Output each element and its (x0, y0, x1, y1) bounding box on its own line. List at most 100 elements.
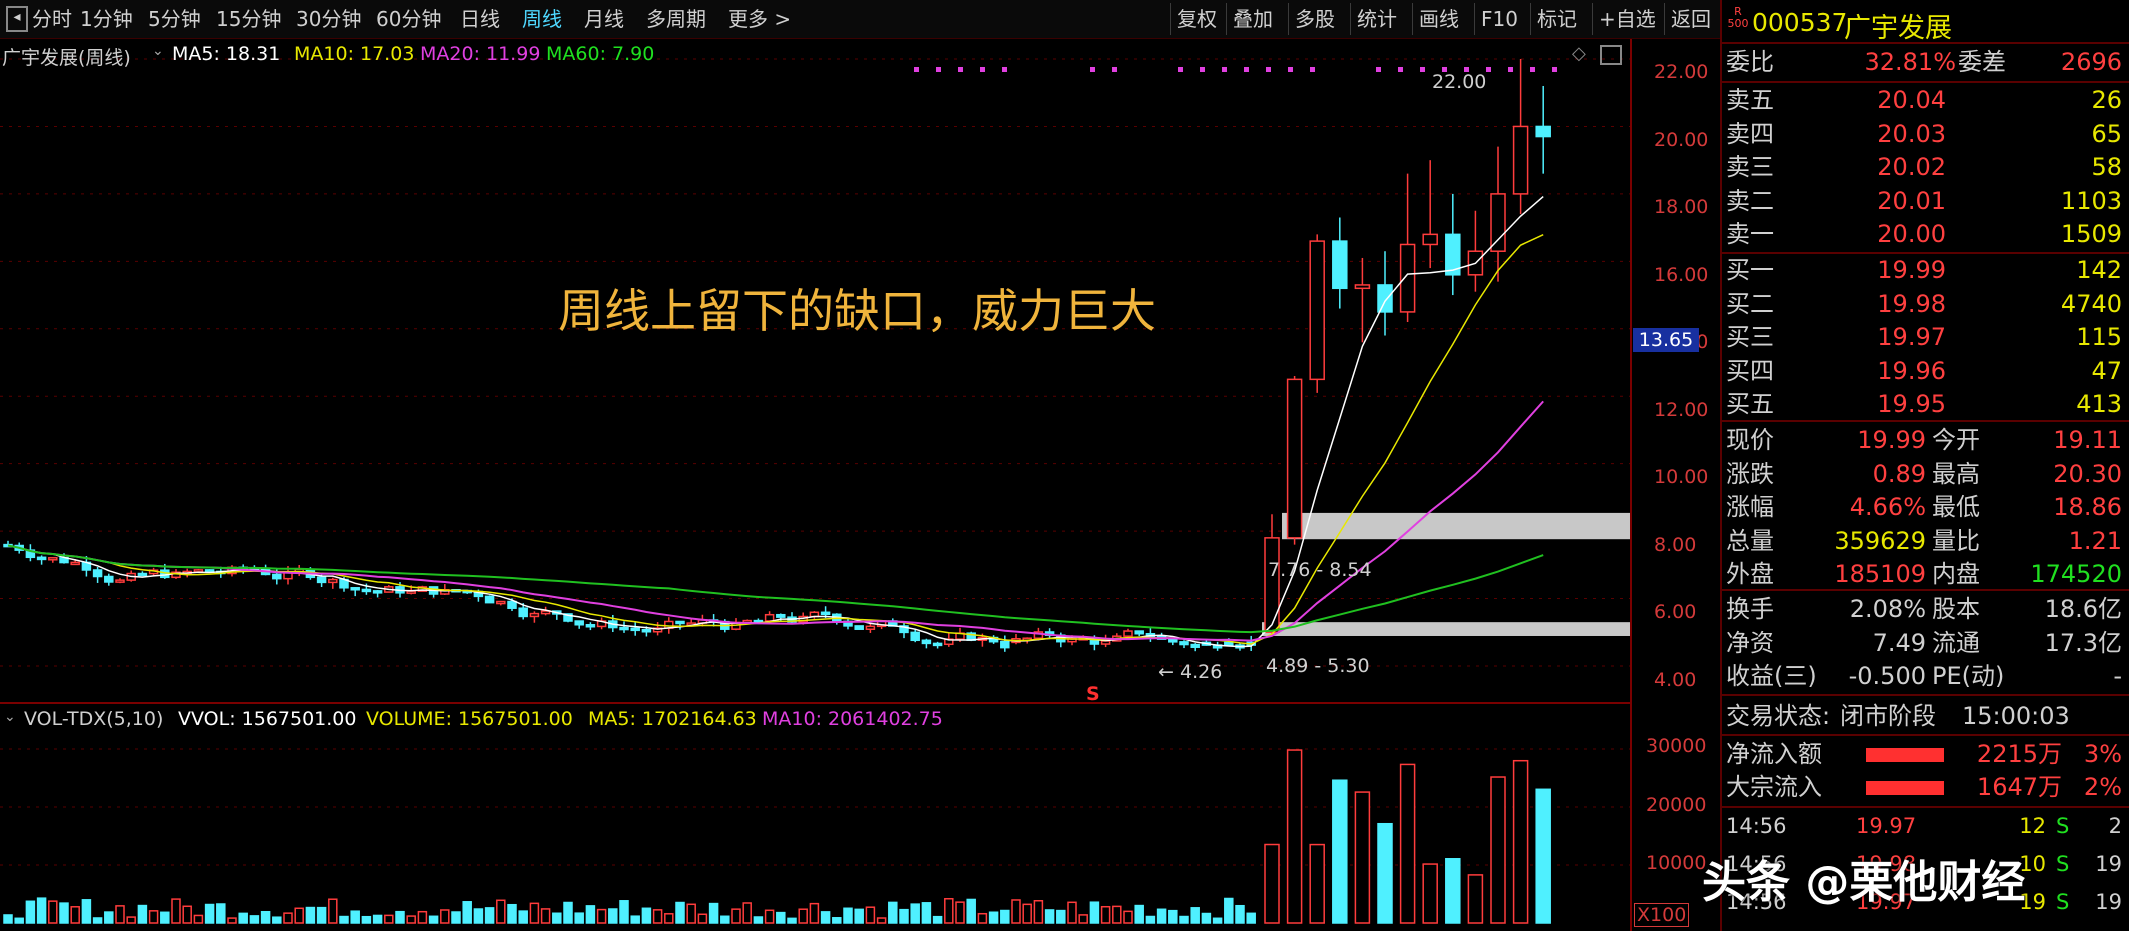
period-30min[interactable]: 30分钟 (296, 4, 361, 34)
ask-row[interactable]: 卖五 20.04 26 (1726, 84, 2126, 117)
period-60min[interactable]: 60分钟 (376, 4, 441, 34)
stat-value: 20.30 (2053, 459, 2122, 488)
bid-row[interactable]: 买一 19.99 142 (1726, 254, 2126, 287)
arrow-left-icon: ← (1158, 661, 1174, 683)
ma10-label: MA10: 17.03 (294, 43, 415, 65)
volume-bar (563, 901, 573, 924)
volume-bar (249, 915, 260, 924)
stat2-key: 净资 (1726, 628, 1774, 657)
volume-bar (843, 907, 853, 924)
ask-row[interactable]: 卖四 20.03 65 (1726, 118, 2126, 151)
bid-price: 19.98 (1877, 289, 1946, 318)
stats-button[interactable]: 统计 (1350, 3, 1403, 35)
ask-qty: 58 (2091, 153, 2122, 182)
vol-title: VOL-TDX(5,10) (24, 708, 164, 730)
candle-body (1134, 630, 1144, 635)
ask-row[interactable]: 卖三 20.02 58 (1726, 151, 2126, 184)
diamond-icon[interactable]: ◇ (1572, 43, 1586, 64)
volume-bar (585, 905, 596, 924)
period-monthly[interactable]: 月线 (584, 4, 624, 34)
price-axis-8: 8.00 (1654, 534, 1697, 556)
volume-bar (227, 917, 237, 924)
ask-qty: 65 (2091, 119, 2122, 148)
bid-row[interactable]: 买二 19.98 4740 (1726, 288, 2126, 321)
candle-body (484, 595, 495, 604)
candle-body (776, 613, 786, 618)
ask-row[interactable]: 卖一 20.00 1509 (1726, 218, 2126, 251)
gap-band-upper (1282, 512, 1630, 540)
candle-body (372, 590, 383, 594)
f10-button[interactable]: F10 (1474, 3, 1524, 35)
volume-bar (350, 910, 360, 924)
ask-row[interactable]: 卖二 20.01 1103 (1726, 185, 2126, 218)
bid-row[interactable]: 买五 19.95 413 (1726, 388, 2126, 421)
volume-bar (619, 900, 629, 924)
candle-body (1100, 640, 1111, 645)
period-weekly[interactable]: 周线 (522, 4, 562, 34)
volume-bar (316, 906, 327, 924)
candle-body (1168, 638, 1178, 643)
candle-body (641, 628, 652, 633)
ask-price: 20.03 (1877, 119, 1946, 148)
volume-bar (484, 907, 495, 924)
candle-body (1512, 125, 1529, 195)
volume-bar (1445, 858, 1461, 924)
signal-dot (1002, 67, 1007, 72)
period-15min[interactable]: 15分钟 (216, 4, 281, 34)
volume-bar (820, 911, 831, 924)
trade-status-label: 交易状态: (1726, 702, 1831, 730)
volume-bar (305, 906, 316, 924)
kline-chart-area[interactable]: 广宇发展(周线) ⌄ MA5: 18.31 MA10: 17.03 MA20: … (0, 39, 1708, 931)
volume-bar (1168, 909, 1178, 924)
fuquan-button[interactable]: 复权 (1170, 3, 1223, 35)
volume-bar (608, 908, 618, 924)
period-daily[interactable]: 日线 (460, 4, 500, 34)
stat-key: 最低 (1932, 493, 1980, 522)
collapse-icon[interactable]: ⌄ (152, 43, 164, 59)
volume-bar (708, 902, 719, 924)
candle-body (137, 572, 148, 577)
bid-row[interactable]: 买四 19.96 47 (1726, 355, 2126, 388)
back-button[interactable]: 返回 (1664, 3, 1717, 35)
flow-pct: 2% (2083, 773, 2122, 801)
signal-dot (936, 67, 941, 72)
vol-axis-30000: 30000 (1646, 735, 1707, 757)
candle-body (1123, 630, 1133, 637)
candle-body (272, 573, 282, 580)
candle-body (1286, 378, 1303, 539)
period-multi[interactable]: 多周期 (646, 4, 706, 34)
period-5min[interactable]: 5分钟 (148, 4, 201, 34)
volume-bar (496, 899, 506, 924)
period-fenshi[interactable]: 分时 (32, 4, 72, 34)
multi-stock-button[interactable]: 多股 (1288, 3, 1341, 35)
volume-bar (104, 911, 114, 924)
volume-bar (1399, 763, 1416, 924)
volume-bar (1000, 909, 1010, 924)
mark-button[interactable]: 标记 (1530, 3, 1583, 35)
volume-bar (1123, 910, 1133, 924)
volume-bar (865, 906, 876, 924)
candle-body (1354, 284, 1371, 290)
overlay-button[interactable]: 叠加 (1226, 3, 1279, 35)
ask-label: 卖四 (1726, 119, 1774, 148)
volume-bar (428, 915, 439, 924)
window-icon[interactable] (1600, 45, 1622, 65)
add-watchlist-button[interactable]: +自选 (1592, 3, 1662, 35)
bid-row[interactable]: 买三 19.97 115 (1726, 321, 2126, 354)
volume-bar (742, 902, 752, 924)
current-price-tag: 13.65 (1633, 328, 1699, 352)
vol-collapse-icon[interactable]: ⌄ (4, 709, 16, 725)
price-axis-22: 22.00 (1654, 61, 1709, 83)
volume-bar (966, 898, 976, 924)
period-1min[interactable]: 1分钟 (80, 4, 133, 34)
more-menu[interactable]: 更多 > (728, 4, 791, 34)
ask-qty: 26 (2091, 86, 2122, 114)
bid-qty: 142 (2076, 256, 2122, 284)
trade-time: 15:00:03 (1962, 702, 2070, 730)
draw-line-button[interactable]: 画线 (1412, 3, 1465, 35)
signal-dot (1244, 67, 1249, 72)
menu-icon[interactable]: ◂ (6, 6, 28, 32)
flow-row: 大宗流入 1647万 2% (1726, 771, 2126, 804)
signal-dot (1200, 67, 1205, 72)
candle-body (1535, 125, 1551, 138)
